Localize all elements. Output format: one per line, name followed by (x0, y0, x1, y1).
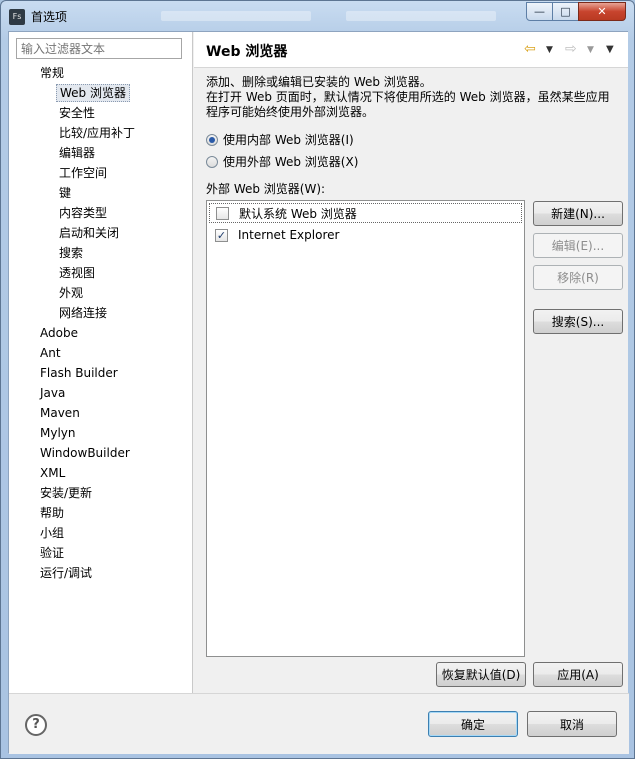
tree-item[interactable]: 搜索 (59, 244, 83, 262)
edit-browser-button[interactable]: 编辑(E)... (533, 233, 623, 258)
external-browser-radio-row[interactable]: 使用外部 Web 浏览器(X) (206, 154, 358, 170)
tree-item[interactable]: Adobe (40, 324, 78, 342)
tree-item[interactable]: 帮助 (40, 504, 64, 522)
tree-item[interactable]: 工作空间 (59, 164, 107, 182)
browser-label: 默认系统 Web 浏览器 (239, 206, 357, 221)
back-arrow-icon[interactable]: ⇦ (524, 41, 536, 57)
internal-browser-radio-row[interactable]: 使用内部 Web 浏览器(I) (206, 132, 354, 148)
tree-item[interactable]: 编辑器 (59, 144, 95, 162)
view-menu-icon[interactable]: ▼ (606, 44, 614, 55)
page-description: 添加、删除或编辑已安装的 Web 浏览器。 在打开 Web 页面时，默认情况下将… (206, 75, 624, 120)
close-button[interactable]: ✕ (578, 2, 626, 21)
tree-item[interactable]: 网络连接 (59, 304, 107, 322)
tree-item[interactable]: Web 浏览器 (56, 84, 130, 102)
preference-tree-panel: 常规 Web 浏览器安全性比较/应用补丁编辑器工作空间键内容类型启动和关闭搜索透视… (9, 32, 193, 693)
maximize-button[interactable]: □ (552, 2, 579, 21)
new-browser-button[interactable]: 新建(N)... (533, 201, 623, 226)
back-dropdown-icon[interactable]: ▼ (546, 45, 553, 55)
background-title-blur (161, 11, 311, 21)
title-bar[interactable]: Fs 首选项 — □ ✕ (1, 1, 634, 31)
description-line: 添加、删除或编辑已安装的 Web 浏览器。 (206, 75, 432, 89)
tree-item[interactable]: 小组 (40, 524, 64, 542)
tree-item[interactable]: 运行/调试 (40, 564, 92, 582)
tree-item[interactable]: 透视图 (59, 264, 95, 282)
tree-item[interactable]: Mylyn (40, 424, 76, 442)
cancel-button[interactable]: 取消 (527, 711, 617, 737)
forward-dropdown-icon[interactable]: ▼ (587, 45, 594, 55)
external-browsers-label: 外部 Web 浏览器(W): (206, 182, 326, 196)
tree-item[interactable]: Java (40, 384, 65, 402)
remove-browser-button[interactable]: 移除(R) (533, 265, 623, 290)
tree-item[interactable]: 比较/应用补丁 (59, 124, 135, 142)
internal-browser-radio[interactable] (206, 134, 218, 146)
window-title: 首选项 (31, 10, 68, 24)
tree-item[interactable]: 内容类型 (59, 204, 107, 222)
tree-item[interactable]: 键 (59, 184, 71, 202)
minimize-button[interactable]: — (526, 2, 553, 21)
search-browser-button[interactable]: 搜索(S)... (533, 309, 623, 334)
description-line: 在打开 Web 页面时，默认情况下将使用所选的 Web 浏览器，虽然某些应用 (206, 90, 610, 104)
tree-item[interactable]: 安全性 (59, 104, 95, 122)
preferences-window: Fs 首选项 — □ ✕ 常规Web 浏览器安全性比较/应用补丁编辑器工作空间键… (0, 0, 635, 759)
internal-browser-label: 使用内部 Web 浏览器(I) (223, 133, 354, 147)
forward-arrow-icon[interactable]: ⇨ (565, 41, 577, 57)
external-browsers-list[interactable]: 默认系统 Web 浏览器 ✓ Internet Explorer (206, 200, 525, 657)
list-item[interactable]: ✓ Internet Explorer (209, 225, 522, 245)
tree-item[interactable]: 验证 (40, 544, 64, 562)
app-icon: Fs (9, 9, 25, 25)
tree-item[interactable]: 安装/更新 (40, 484, 92, 502)
restore-defaults-button[interactable]: 恢复默认值(D) (436, 662, 526, 687)
help-icon[interactable]: ? (25, 714, 47, 736)
tree-item[interactable]: 启动和关闭 (59, 224, 119, 242)
browser-checkbox[interactable] (216, 206, 229, 220)
background-title-blur-2 (346, 11, 496, 21)
tree-item[interactable]: Flash Builder (40, 364, 118, 382)
preference-page: Web 浏览器 ⇦ ▼ ⇨ ▼ ▼ 添加、删除或编辑已安装的 Web 浏览器。 … (194, 32, 628, 693)
dialog-client: 常规Web 浏览器安全性比较/应用补丁编辑器工作空间键内容类型启动和关闭搜索透视… (8, 31, 629, 754)
browser-checkbox[interactable]: ✓ (215, 228, 228, 242)
tree-item[interactable]: Ant (40, 344, 61, 362)
tree-item[interactable]: WindowBuilder (40, 444, 130, 462)
page-header: Web 浏览器 ⇦ ▼ ⇨ ▼ ▼ (194, 32, 628, 68)
ok-button[interactable]: 确定 (428, 711, 518, 737)
dialog-button-bar: ? 确定 取消 (9, 693, 629, 754)
browser-label: Internet Explorer (238, 228, 340, 242)
tree-item[interactable]: XML (40, 464, 65, 482)
tree-item[interactable]: Maven (40, 404, 80, 422)
list-item[interactable]: 默认系统 Web 浏览器 (209, 203, 522, 223)
description-line: 程序可能始终使用外部浏览器。 (206, 105, 375, 119)
page-title: Web 浏览器 (206, 44, 288, 60)
apply-button[interactable]: 应用(A) (533, 662, 623, 687)
external-browser-label: 使用外部 Web 浏览器(X) (223, 155, 359, 169)
external-browser-radio[interactable] (206, 156, 218, 168)
filter-input[interactable] (16, 38, 182, 59)
tree-item[interactable]: 外观 (59, 284, 83, 302)
tree-item[interactable]: 常规 (40, 64, 64, 82)
